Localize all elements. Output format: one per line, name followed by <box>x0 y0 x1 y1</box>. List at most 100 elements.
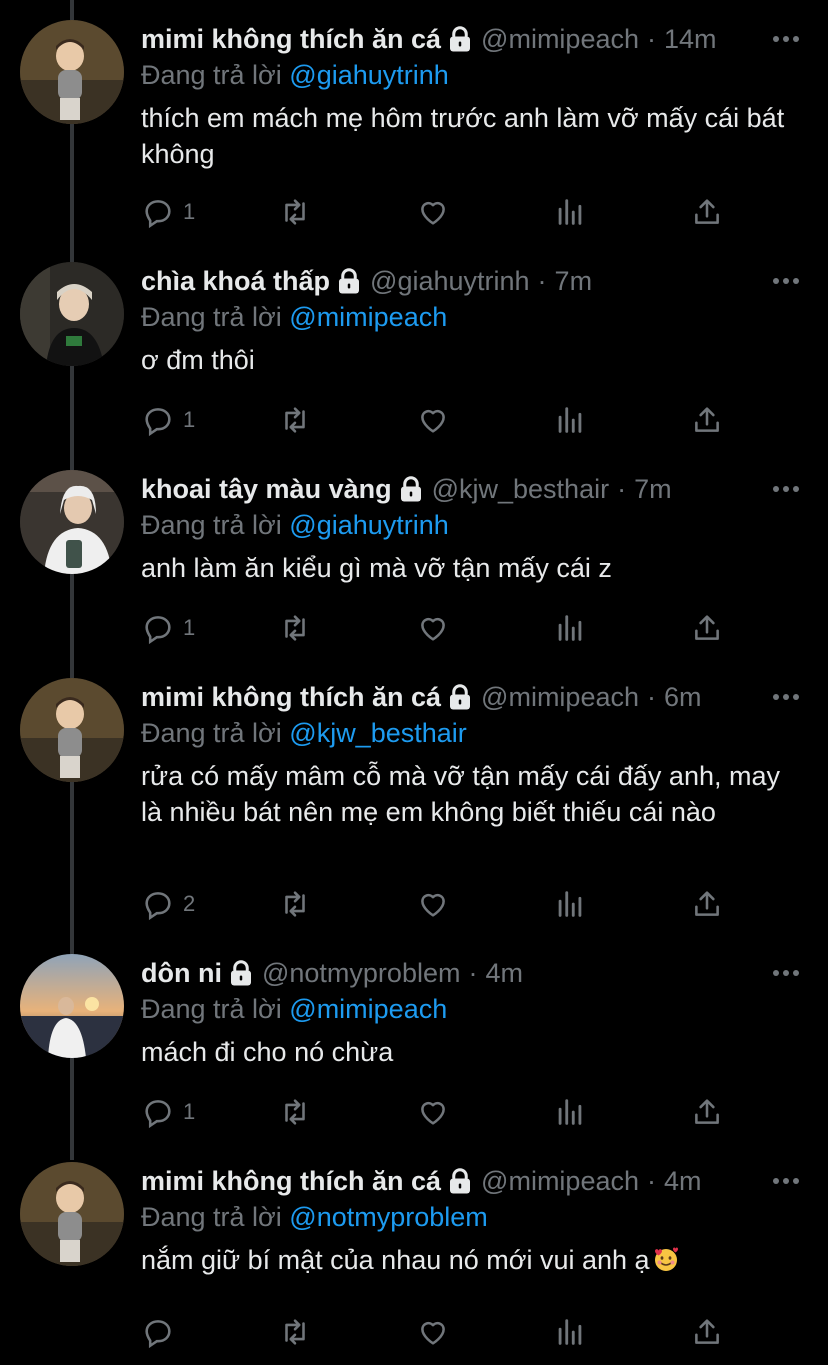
tweet[interactable]: mimi không thích ăn cá @mimipeach · 4m Đ… <box>0 1142 828 1350</box>
views-button[interactable] <box>553 608 587 648</box>
like-button[interactable] <box>416 884 450 924</box>
handle[interactable]: @mimipeach <box>481 20 639 58</box>
tweet[interactable]: dôn ni @notmyproblem · 4m Đang trả lời @… <box>0 934 828 1142</box>
reply-button[interactable]: 1 <box>141 608 195 648</box>
like-button[interactable] <box>416 400 450 440</box>
retweet-button[interactable] <box>278 884 312 924</box>
avatar[interactable] <box>20 262 124 366</box>
reply-button[interactable]: 1 <box>141 192 195 232</box>
like-icon <box>421 1101 445 1125</box>
more-icon[interactable] <box>770 470 802 508</box>
handle[interactable]: @notmyproblem <box>262 954 460 992</box>
retweet-button[interactable] <box>278 1312 312 1352</box>
like-icon <box>421 409 445 433</box>
replying-to: Đang trả lời @giahuytrinh <box>141 58 801 92</box>
lock-icon <box>226 958 256 988</box>
handle[interactable]: @giahuytrinh <box>370 262 530 300</box>
views-button[interactable] <box>553 192 587 232</box>
retweet-button[interactable] <box>278 400 312 440</box>
replying-prefix: Đang trả lời <box>141 302 282 332</box>
views-button[interactable] <box>553 400 587 440</box>
views-icon <box>558 407 582 433</box>
retweet-icon <box>285 1319 305 1345</box>
share-button[interactable] <box>690 884 724 924</box>
mention-link[interactable]: @kjw_besthair <box>289 718 466 748</box>
views-button[interactable] <box>553 1092 587 1132</box>
timestamp[interactable]: 4m <box>664 1162 702 1200</box>
avatar[interactable] <box>20 678 124 782</box>
avatar[interactable] <box>20 470 124 574</box>
handle[interactable]: @mimipeach <box>481 1162 639 1200</box>
avatar[interactable] <box>20 20 124 124</box>
more-icon[interactable] <box>770 262 802 300</box>
retweet-icon <box>285 407 305 433</box>
reply-count: 1 <box>183 615 196 640</box>
more-icon[interactable] <box>770 678 802 716</box>
share-button[interactable] <box>690 400 724 440</box>
more-icon[interactable] <box>770 1162 802 1200</box>
mention-link[interactable]: @notmyproblem <box>289 1202 487 1232</box>
display-name[interactable]: mimi không thích ăn cá <box>141 1162 441 1200</box>
reply-button[interactable] <box>141 1312 183 1352</box>
share-icon <box>695 407 719 432</box>
tweet[interactable]: mimi không thích ăn cá @mimipeach · 6m Đ… <box>0 658 828 921</box>
timestamp[interactable]: 4m <box>485 954 523 992</box>
like-button[interactable] <box>416 1092 450 1132</box>
mention-link[interactable]: @giahuytrinh <box>289 60 449 90</box>
display-name[interactable]: dôn ni <box>141 954 222 992</box>
mention-link[interactable]: @mimipeach <box>289 302 447 332</box>
timestamp[interactable]: 7m <box>555 262 593 300</box>
share-button[interactable] <box>690 192 724 232</box>
views-button[interactable] <box>553 1312 587 1352</box>
display-name[interactable]: chìa khoá thấp <box>141 262 330 300</box>
separator-dot: · <box>617 474 627 504</box>
display-name[interactable]: khoai tây màu vàng <box>141 470 392 508</box>
reply-button[interactable]: 1 <box>141 1092 195 1132</box>
reply-button[interactable]: 1 <box>141 400 195 440</box>
timestamp[interactable]: 6m <box>664 678 702 716</box>
share-icon <box>695 199 719 224</box>
share-button[interactable] <box>690 1312 724 1352</box>
mention-link[interactable]: @mimipeach <box>289 994 447 1024</box>
handle[interactable]: @kjw_besthair <box>432 470 609 508</box>
reply-count: 2 <box>183 891 196 916</box>
like-button[interactable] <box>416 608 450 648</box>
share-button[interactable] <box>690 608 724 648</box>
share-icon <box>695 1099 719 1124</box>
display-name[interactable]: mimi không thích ăn cá <box>141 678 441 716</box>
display-name[interactable]: mimi không thích ăn cá <box>141 20 441 58</box>
tweet-text-content: nắm giữ bí mật của nhau nó mới vui anh ạ <box>141 1245 650 1275</box>
views-button[interactable] <box>553 884 587 924</box>
more-icon[interactable] <box>770 20 802 58</box>
tweet[interactable]: khoai tây màu vàng @kjw_besthair · 7m Đa… <box>0 450 828 658</box>
tweet-text: thích em mách mẹ hôm trước anh làm vỡ mấ… <box>141 103 785 169</box>
retweet-icon <box>285 1099 305 1125</box>
lock-icon <box>396 474 426 504</box>
more-icon[interactable] <box>770 954 802 992</box>
retweet-button[interactable] <box>278 1092 312 1132</box>
tweet[interactable]: mimi không thích ăn cá @mimipeach · 14m … <box>0 0 828 229</box>
avatar[interactable] <box>20 954 124 1058</box>
replying-to: Đang trả lời @giahuytrinh <box>141 508 801 542</box>
views-icon <box>558 615 582 641</box>
reply-button[interactable]: 2 <box>141 884 195 924</box>
tweet[interactable]: chìa khoá thấp @giahuytrinh · 7m Đang tr… <box>0 242 828 450</box>
replying-prefix: Đang trả lời <box>141 994 282 1024</box>
retweet-button[interactable] <box>278 608 312 648</box>
reply-icon <box>145 892 171 921</box>
mention-link[interactable]: @giahuytrinh <box>289 510 449 540</box>
retweet-button[interactable] <box>278 192 312 232</box>
handle[interactable]: @mimipeach <box>481 678 639 716</box>
like-button[interactable] <box>416 192 450 232</box>
timestamp[interactable]: 14m <box>664 20 717 58</box>
reply-feed: mimi không thích ăn cá @mimipeach · 14m … <box>0 0 828 1365</box>
replying-to: Đang trả lời @notmyproblem <box>141 1200 801 1234</box>
timestamp[interactable]: 7m <box>634 470 672 508</box>
smiling-face-with-hearts-icon <box>652 1245 680 1273</box>
share-button[interactable] <box>690 1092 724 1132</box>
like-button[interactable] <box>416 1312 450 1352</box>
avatar[interactable] <box>20 1162 124 1266</box>
lock-icon <box>334 266 364 296</box>
views-icon <box>558 1319 582 1345</box>
separator-dot: · <box>647 682 656 712</box>
